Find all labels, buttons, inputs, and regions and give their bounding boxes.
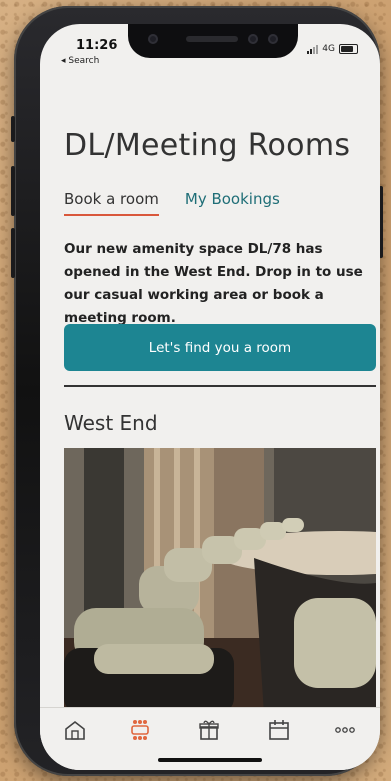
calendar-icon: [269, 720, 289, 740]
bottom-nav: [40, 707, 380, 770]
status-time: 11:26: [76, 38, 118, 53]
tab-my-bookings[interactable]: My Bookings: [185, 190, 280, 216]
intro-text: Our new amenity space DL/78 has opened i…: [64, 241, 363, 326]
tab-book-a-room[interactable]: Book a room: [64, 190, 159, 216]
section-divider: [64, 385, 376, 387]
nav-home[interactable]: [62, 718, 88, 742]
back-to-search-link[interactable]: ◂ Search: [61, 56, 99, 66]
network-label: 4G: [322, 44, 335, 54]
nav-meeting-rooms[interactable]: [127, 718, 153, 742]
battery-icon: [339, 44, 358, 54]
meeting-room-icon: [131, 720, 149, 740]
signal-icon: [307, 44, 319, 54]
nav-more[interactable]: [332, 718, 358, 742]
app-screen: 11:26 ◂ Search 4G DL/Meeting Rooms Book …: [40, 24, 380, 770]
gift-icon: [199, 720, 219, 740]
home-icon: [65, 720, 85, 740]
mute-switch: [11, 116, 15, 142]
sensor-icon: [248, 34, 258, 44]
page-title: DL/Meeting Rooms: [64, 128, 351, 163]
notch: [128, 24, 298, 58]
more-icon: [335, 727, 355, 733]
volume-down-button: [11, 228, 15, 278]
phone-frame: 11:26 ◂ Search 4G DL/Meeting Rooms Book …: [11, 6, 383, 776]
volume-up-button: [11, 166, 15, 216]
camera-icon: [148, 34, 158, 44]
meeting-room-photo[interactable]: [64, 448, 376, 714]
tab-bar: Book a room My Bookings: [64, 190, 280, 216]
speaker: [186, 36, 238, 42]
find-room-button[interactable]: Let's find you a room: [64, 324, 376, 371]
nav-perks[interactable]: [196, 718, 222, 742]
meeting-room-illustration: [64, 448, 376, 714]
home-indicator[interactable]: [158, 758, 262, 762]
nav-calendar[interactable]: [266, 718, 292, 742]
status-indicators: 4G: [307, 44, 358, 54]
location-heading: West End: [64, 411, 158, 435]
camera-icon: [268, 34, 278, 44]
